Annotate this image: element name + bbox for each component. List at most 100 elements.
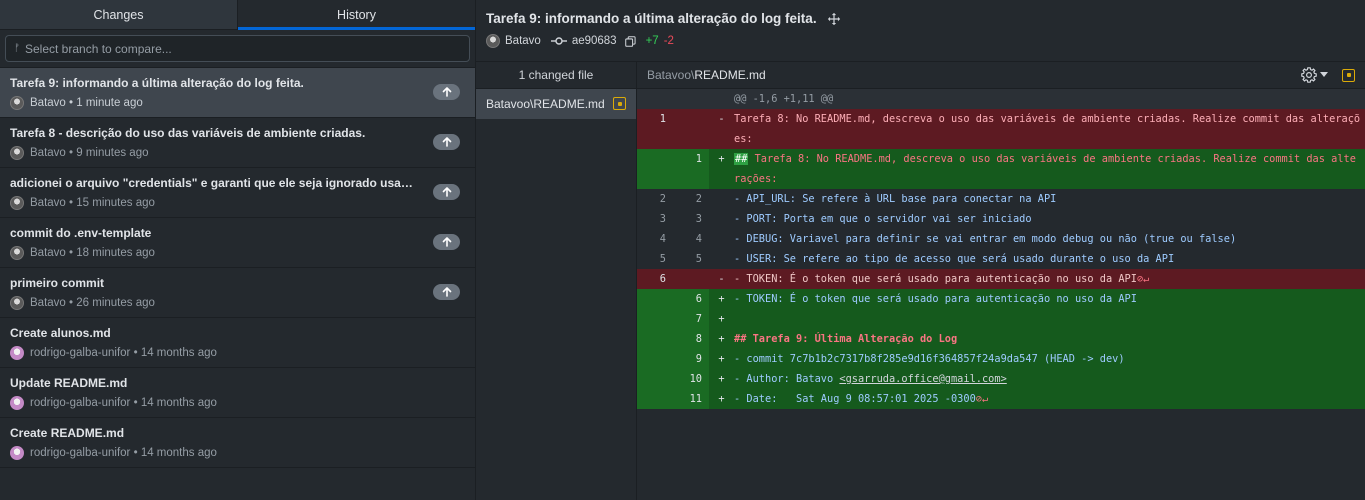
- diff-line-text: - DEBUG: Variavel para definir se vai en…: [734, 233, 1237, 245]
- old-line-number: [637, 309, 673, 329]
- diff-marker: -: [718, 273, 725, 285]
- tab-changes[interactable]: Changes: [0, 0, 238, 29]
- commit-list-title: Update README.md: [10, 376, 128, 390]
- diff-marker: [709, 209, 734, 229]
- arrow-up-icon: [442, 237, 451, 247]
- diff-line[interactable]: 1 - Tarefa 8: No README.md, descreva o uso…: [637, 109, 1365, 149]
- diff-marker: +: [718, 373, 725, 385]
- commit-list-item[interactable]: Create README.md rodrigo-galba-unifor • 1…: [0, 418, 475, 468]
- diff-body: @@ -1,6 +1,11 @@ 1- Tarefa 8: No README.md…: [637, 89, 1365, 409]
- commit-list-time: 15 minutes ago: [76, 197, 155, 209]
- commit-list-item[interactable]: Update README.md rodrigo-galba-unifor • 1…: [0, 368, 475, 418]
- diff-line[interactable]: 6 + - TOKEN: É o token que será usado para…: [637, 289, 1365, 309]
- commit-list-title: Create README.md: [10, 426, 125, 440]
- unpushed-commit-button[interactable]: [433, 84, 460, 100]
- chevron-down-icon[interactable]: [1320, 72, 1328, 78]
- diff-line-text: - TOKEN: É o token que será usado para a…: [734, 293, 1137, 305]
- copy-icon[interactable]: [624, 35, 636, 47]
- arrow-up-icon: [442, 87, 451, 97]
- commit-sha: ae90683: [571, 35, 617, 47]
- commit-list-meta: Batavo • 26 minutes ago: [10, 295, 465, 311]
- meta-separator: •: [69, 147, 74, 159]
- diff-line[interactable]: 9 + - commit 7c7b1b2c7317b8f285e9d16f36485…: [637, 349, 1365, 369]
- commit-list-author: Batavo: [30, 247, 66, 259]
- diff-file-header: Batavoo\ README.md: [637, 62, 1365, 89]
- diff-line[interactable]: 4 4 - DEBUG: Variavel para definir se vai …: [637, 229, 1365, 249]
- meta-separator: •: [69, 297, 74, 309]
- commit-list-meta: Batavo • 9 minutes ago: [10, 145, 465, 161]
- diff-line[interactable]: 11 + - Date: Sat Aug 9 08:57:01 2025 -0300…: [637, 389, 1365, 409]
- commit-list-item[interactable]: commit do .env-template Batavo • 18 minut…: [0, 218, 475, 268]
- diff-file-dir: Batavoo\: [647, 68, 695, 82]
- branch-compare-input[interactable]: ᚠ Select branch to compare...: [5, 35, 470, 62]
- commit-list-item[interactable]: Tarefa 9: informando a última alteração …: [0, 68, 475, 118]
- branch-compare-wrap: ᚠ Select branch to compare...: [0, 30, 475, 68]
- new-line-number: 2: [695, 193, 702, 205]
- diff-line-text: Tarefa 8: No README.md, descreva o uso d…: [734, 153, 1356, 185]
- author-avatar: [486, 34, 500, 48]
- commit-list-item[interactable]: Tarefa 8 - descrição do uso das variávei…: [0, 118, 475, 168]
- diff-marker: +: [718, 333, 725, 345]
- avatar: [10, 346, 24, 360]
- tab-bar: Changes History: [0, 0, 475, 30]
- diff-line[interactable]: 7 +: [637, 309, 1365, 329]
- branch-icon: ᚠ: [14, 43, 20, 54]
- commit-icon: [550, 37, 567, 45]
- meta-separator: •: [133, 397, 138, 409]
- diff-line[interactable]: 5 5 - USER: Se refere ao tipo de acesso qu…: [637, 249, 1365, 269]
- diff-marker: -: [718, 113, 725, 125]
- email-link[interactable]: <gsarruda.office@gmail.com>: [839, 373, 1006, 385]
- commit-list-item[interactable]: adicionei o arquivo "credentials" e gara…: [0, 168, 475, 218]
- new-line-number: [673, 269, 709, 289]
- old-line-number: [637, 149, 673, 189]
- diff-line[interactable]: 6 -- TOKEN: É o token que será usado para…: [637, 269, 1365, 289]
- commit-meta: Batavo ae90683 +7 -2: [486, 34, 1355, 48]
- diff-line-text: - PORT: Porta em que o servidor vai ser …: [734, 213, 1032, 225]
- diff-line[interactable]: 3 3 - PORT: Porta em que o servidor vai se…: [637, 209, 1365, 229]
- commit-list-author: rodrigo-galba-unifor: [30, 447, 131, 459]
- diff-line[interactable]: 10 + - Author: Batavo <gsarruda.office@gma…: [637, 369, 1365, 389]
- unpushed-commit-button[interactable]: [433, 234, 460, 250]
- new-line-number: [673, 109, 709, 149]
- arrow-up-icon: [442, 187, 451, 197]
- diff-line-text: - Author: Batavo: [734, 373, 840, 385]
- commit-list-item[interactable]: primeiro commit Batavo • 26 minutes ago: [0, 268, 475, 318]
- commit-list-time: 14 months ago: [140, 347, 217, 359]
- diff-marker: +: [718, 153, 725, 165]
- new-line-number: 1: [673, 149, 709, 189]
- diff-line-text: - USER: Se refere ao tipo de acesso que …: [734, 253, 1175, 265]
- diff-line[interactable]: 8 + ## Tarefa 9: Última Alteração do Log: [637, 329, 1365, 349]
- diff-line[interactable]: 1 + ## Tarefa 8: No README.md, descreva o …: [637, 149, 1365, 189]
- changed-file-path: Batavoo\README.md: [486, 97, 605, 111]
- arrow-up-icon: [442, 137, 451, 147]
- commit-list-item[interactable]: Create alunos.md rodrigo-galba-unifor • 1…: [0, 318, 475, 368]
- new-line-number: 5: [695, 253, 702, 265]
- commit-list-author: rodrigo-galba-unifor: [30, 347, 131, 359]
- new-line-number: 11: [673, 389, 709, 409]
- arrow-up-icon: [442, 287, 451, 297]
- no-newline-icon: ⊘↵: [975, 393, 989, 405]
- commit-list-meta: rodrigo-galba-unifor • 14 months ago: [10, 445, 465, 461]
- branch-compare-placeholder: Select branch to compare...: [25, 41, 172, 56]
- meta-separator: •: [133, 347, 138, 359]
- commit-title: Tarefa 9: informando a última alteração …: [486, 11, 817, 26]
- gear-icon[interactable]: [1301, 67, 1317, 83]
- diff-line[interactable]: 2 2 - API_URL: Se refere à URL base para c…: [637, 189, 1365, 209]
- commit-list-meta: Batavo • 18 minutes ago: [10, 245, 465, 261]
- expand-icon[interactable]: [827, 12, 841, 26]
- diff-hunk-header: @@ -1,6 +1,11 @@: [637, 89, 1365, 109]
- old-line-number: [637, 349, 673, 369]
- old-line-number: 5: [659, 253, 666, 265]
- diff-tools: [1301, 67, 1355, 83]
- diff-highlight: ##: [734, 153, 749, 165]
- changed-file-item[interactable]: Batavoo\README.md: [476, 89, 636, 119]
- old-line-number: 3: [659, 213, 666, 225]
- unpushed-commit-button[interactable]: [433, 184, 460, 200]
- commit-list-author: Batavo: [30, 197, 66, 209]
- commit-list-time: 9 minutes ago: [76, 147, 149, 159]
- unpushed-commit-button[interactable]: [433, 134, 460, 150]
- commit-list-meta: Batavo • 15 minutes ago: [10, 195, 465, 211]
- new-line-number: 9: [673, 349, 709, 369]
- tab-history[interactable]: History: [238, 0, 475, 30]
- unpushed-commit-button[interactable]: [433, 284, 460, 300]
